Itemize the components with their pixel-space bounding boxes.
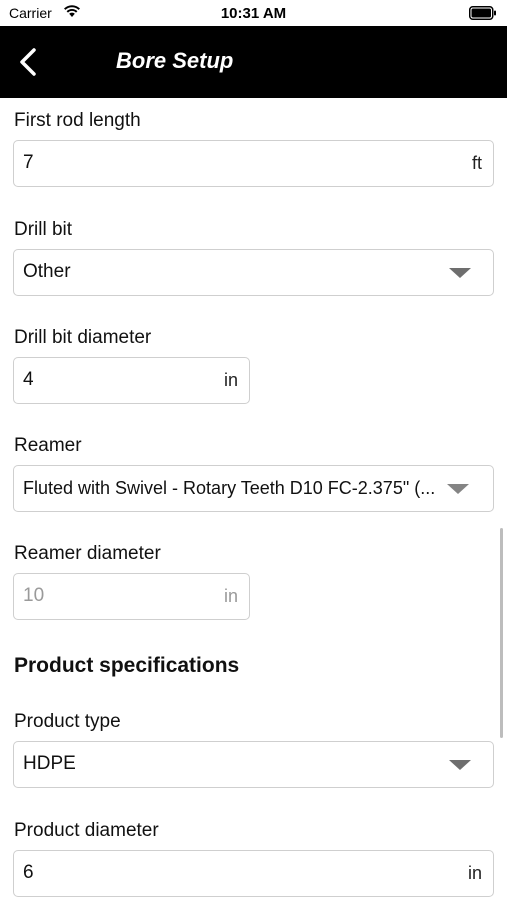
reamer-diameter-placeholder: 10	[23, 585, 45, 606]
dropdown-arrow-icon	[447, 484, 469, 494]
drill-bit-select[interactable]: Other	[13, 249, 494, 296]
product-diameter-value: 6	[23, 862, 34, 883]
nav-bar: Bore Setup	[0, 26, 507, 98]
reamer-select[interactable]: Fluted with Swivel - Rotary Teeth D10 FC…	[13, 465, 494, 512]
product-diameter-input[interactable]: 6 in	[13, 850, 494, 897]
drill-bit-diameter-input[interactable]: 4 in	[13, 357, 250, 404]
product-type-select[interactable]: HDPE	[13, 741, 494, 788]
bore-setup-form[interactable]: First rod length 7 ft Drill bit Other Dr…	[0, 98, 507, 900]
reamer-value: Fluted with Swivel - Rotary Teeth D10 FC…	[23, 478, 436, 498]
product-specifications-heading: Product specifications	[14, 654, 240, 677]
first-rod-length-value: 7	[23, 152, 34, 173]
reamer-diameter-unit: in	[223, 586, 238, 606]
product-type-label: Product type	[14, 711, 121, 732]
drill-bit-diameter-value: 4	[23, 369, 34, 390]
product-type-value: HDPE	[23, 753, 76, 774]
drill-bit-diameter-unit: in	[223, 370, 238, 390]
vertical-scrollbar[interactable]	[500, 528, 503, 738]
reamer-label: Reamer	[14, 435, 82, 456]
first-rod-length-unit: ft	[471, 153, 482, 173]
product-diameter-label: Product diameter	[14, 820, 159, 841]
reamer-diameter-input[interactable]: 10 in	[13, 573, 250, 620]
status-time: 10:31 AM	[220, 5, 287, 22]
battery-icon	[469, 6, 497, 24]
first-rod-length-label: First rod length	[14, 110, 141, 131]
first-rod-length-input[interactable]: 7 ft	[13, 140, 494, 187]
drill-bit-label: Drill bit	[14, 219, 73, 240]
back-button[interactable]	[14, 46, 46, 78]
dropdown-arrow-icon	[449, 760, 471, 770]
status-bar: Carrier 10:31 AM	[0, 0, 507, 26]
dropdown-arrow-icon	[449, 268, 471, 278]
chevron-left-icon	[20, 48, 36, 76]
page-title: Bore Setup	[116, 48, 234, 73]
drill-bit-value: Other	[23, 261, 71, 282]
drill-bit-diameter-label: Drill bit diameter	[14, 327, 152, 348]
reamer-diameter-label: Reamer diameter	[14, 543, 161, 564]
product-diameter-unit: in	[467, 863, 482, 883]
